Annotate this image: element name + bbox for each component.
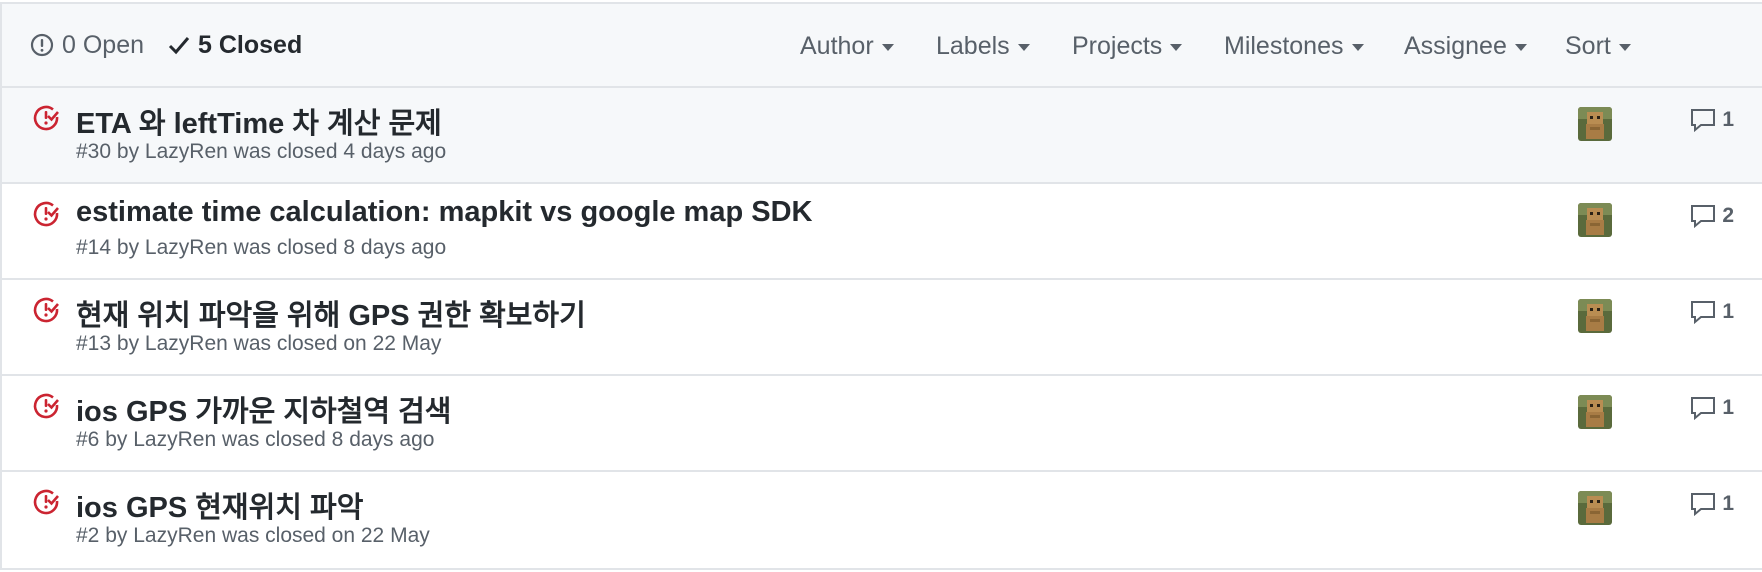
sort-filter-label: Sort — [1565, 31, 1611, 60]
projects-filter-label: Projects — [1072, 31, 1163, 60]
by-text: by — [105, 428, 128, 451]
issue-closed-icon — [32, 488, 60, 521]
issue-number: #30 — [76, 140, 112, 163]
chevron-down-icon — [1514, 44, 1527, 51]
comment-icon — [1691, 109, 1716, 132]
closed-time-text: was closed on 22 May — [233, 332, 442, 355]
open-issues-link[interactable]: 0 Open — [30, 31, 144, 60]
labels-filter-label: Labels — [936, 31, 1010, 60]
issue-row[interactable]: ios GPS 가까운 지하철역 검색 #6 by LazyRen was cl… — [2, 376, 1762, 472]
issue-meta: #14 by LazyRen was closed 8 days ago — [76, 236, 446, 260]
comments-link[interactable]: 1 — [1690, 396, 1734, 420]
closed-issues-link[interactable]: 5 Closed — [168, 31, 302, 60]
assignee-filter-label: Assignee — [1404, 31, 1507, 60]
issue-closed-icon — [32, 392, 60, 425]
issue-closed-icon — [32, 104, 60, 137]
by-text: by — [116, 140, 140, 163]
issue-closed-icon — [32, 200, 60, 233]
issue-meta: #30 by LazyRen was closed 4 days ago — [76, 140, 446, 164]
comments-link[interactable]: 1 — [1690, 300, 1734, 324]
comments-link[interactable]: 1 — [1690, 492, 1734, 516]
issue-title-link[interactable]: ios GPS 현재위치 파악 — [76, 484, 363, 526]
comment-count: 2 — [1722, 204, 1734, 227]
comment-count: 1 — [1722, 300, 1734, 323]
milestones-filter-label: Milestones — [1224, 31, 1344, 60]
issue-state-toggle: 0 Open 5 Closed — [2, 31, 302, 60]
issue-row[interactable]: 현재 위치 파악을 위해 GPS 권한 확보하기 #13 by LazyRen … — [2, 280, 1762, 376]
sort-filter[interactable]: Sort — [1565, 32, 1631, 61]
issue-open-icon — [30, 33, 54, 57]
assignee-avatar[interactable] — [1578, 395, 1612, 429]
assignee-avatar[interactable] — [1578, 107, 1612, 141]
issue-author-link[interactable]: LazyRen — [145, 236, 228, 259]
issue-closed-icon — [32, 296, 60, 329]
assignee-avatar[interactable] — [1578, 491, 1612, 525]
closed-time-text: was closed 8 days ago — [221, 428, 435, 451]
comment-icon — [1691, 493, 1716, 516]
comment-icon — [1691, 397, 1716, 420]
issue-title-link[interactable]: 현재 위치 파악을 위해 GPS 권한 확보하기 — [76, 292, 586, 334]
labels-filter[interactable]: Labels — [936, 32, 1030, 61]
chevron-down-icon — [1170, 44, 1183, 51]
comments-link[interactable]: 2 — [1690, 204, 1734, 228]
by-text: by — [105, 524, 128, 547]
issue-meta: #6 by LazyRen was closed 8 days ago — [76, 428, 434, 452]
closed-time-text: was closed on 22 May — [221, 524, 430, 547]
issue-author-link[interactable]: LazyRen — [133, 428, 216, 451]
comment-count: 1 — [1722, 108, 1734, 131]
issue-number: #13 — [76, 332, 112, 355]
issue-title-link[interactable]: estimate time calculation: mapkit vs goo… — [76, 196, 812, 229]
issue-author-link[interactable]: LazyRen — [133, 524, 216, 547]
issues-list-box: 0 Open 5 Closed Author Labels Projects M… — [0, 2, 1762, 570]
chevron-down-icon — [1618, 44, 1631, 51]
assignee-avatar[interactable] — [1578, 203, 1612, 237]
author-filter[interactable]: Author — [800, 32, 894, 61]
issues-list-header: 0 Open 5 Closed Author Labels Projects M… — [2, 4, 1762, 88]
comment-icon — [1691, 205, 1716, 228]
open-issues-label: 0 Open — [62, 30, 145, 59]
comment-count: 1 — [1722, 396, 1734, 419]
by-text: by — [116, 236, 140, 259]
author-filter-label: Author — [800, 31, 874, 60]
milestones-filter[interactable]: Milestones — [1224, 32, 1364, 61]
closed-time-text: was closed 8 days ago — [233, 236, 447, 259]
issue-row[interactable]: ETA 와 leftTime 차 계산 문제 #30 by LazyRen wa… — [2, 88, 1762, 184]
chevron-down-icon — [881, 44, 894, 51]
issue-title-link[interactable]: ios GPS 가까운 지하철역 검색 — [76, 388, 452, 430]
comments-link[interactable]: 1 — [1690, 108, 1734, 132]
chevron-down-icon — [1351, 44, 1364, 51]
issue-row[interactable]: ios GPS 현재위치 파악 #2 by LazyRen was closed… — [2, 472, 1762, 568]
issue-row[interactable]: estimate time calculation: mapkit vs goo… — [2, 184, 1762, 280]
issue-title-link[interactable]: ETA 와 leftTime 차 계산 문제 — [76, 100, 442, 142]
projects-filter[interactable]: Projects — [1072, 31, 1183, 61]
issue-number: #14 — [76, 236, 112, 259]
comment-icon — [1691, 301, 1716, 324]
issue-meta: #2 by LazyRen was closed on 22 May — [76, 524, 430, 548]
comment-count: 1 — [1722, 492, 1734, 515]
assignee-filter[interactable]: Assignee — [1404, 32, 1527, 61]
assignee-avatar[interactable] — [1578, 299, 1612, 333]
issue-author-link[interactable]: LazyRen — [145, 332, 228, 355]
check-icon — [168, 37, 190, 55]
by-text: by — [116, 332, 140, 355]
issue-meta: #13 by LazyRen was closed on 22 May — [76, 332, 441, 356]
chevron-down-icon — [1017, 44, 1030, 51]
issue-number: #2 — [76, 524, 100, 547]
closed-issues-label: 5 Closed — [198, 30, 303, 59]
issue-number: #6 — [76, 428, 100, 451]
closed-time-text: was closed 4 days ago — [233, 140, 447, 163]
issue-author-link[interactable]: LazyRen — [145, 140, 228, 163]
